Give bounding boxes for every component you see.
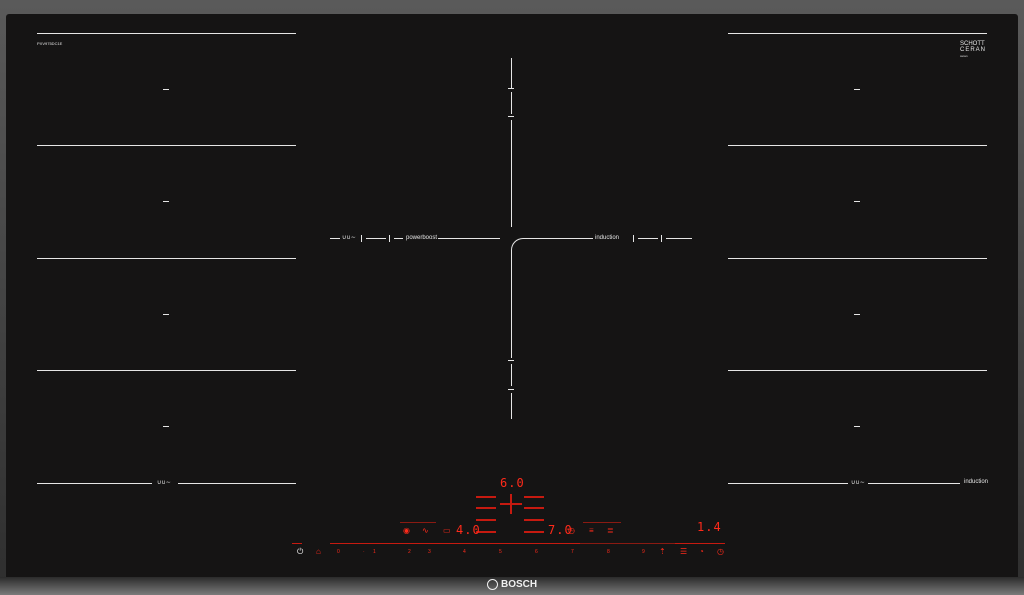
center-vline-top-b — [511, 92, 512, 114]
slider-num-1[interactable]: 1 — [373, 549, 376, 555]
zone-bar-8[interactable] — [524, 531, 544, 533]
hrow-tick-1 — [361, 235, 362, 242]
induction-label-right: induction — [964, 479, 989, 485]
hrow-seg-5 — [523, 238, 593, 239]
menu-settings-icon[interactable]: ☰ — [680, 547, 687, 556]
slider-num-8[interactable]: 8 — [607, 549, 610, 555]
slider-num-9[interactable]: 9 — [642, 549, 645, 555]
slider-num-5[interactable]: 5 — [499, 549, 502, 555]
clock-icon[interactable]: ◔ — [699, 547, 704, 556]
slider-num-6[interactable]: 6 — [535, 549, 538, 555]
powerboost-label: powerboost — [406, 235, 438, 241]
right-zone-line-4 — [728, 370, 987, 371]
hrow-seg-2 — [366, 238, 386, 239]
slider-num-3[interactable]: 3 — [428, 549, 431, 555]
right-zone-line-5a — [728, 483, 848, 484]
center-vline-bottom-c — [511, 393, 512, 419]
hrow-tick-4 — [661, 235, 662, 242]
center-tick-top-b — [508, 116, 514, 117]
center-vline-top-a — [511, 58, 512, 88]
menu-icon-b[interactable]: ≣ — [607, 526, 614, 535]
right-zone-line-5b — [868, 483, 960, 484]
center-vline-top-c — [511, 120, 512, 227]
slider-dot[interactable]: · — [363, 549, 365, 555]
wave-control-icon[interactable]: ∿ — [422, 526, 429, 535]
timer-icon[interactable]: ◷ — [568, 526, 575, 535]
zone-bar-6[interactable] — [524, 507, 544, 509]
center-vline-bottom-a — [511, 250, 512, 358]
right-zone-line-2 — [728, 145, 987, 146]
slider-line-c — [675, 543, 725, 544]
hrow-seg-3 — [394, 238, 403, 239]
brand-label: BOSCH — [501, 579, 538, 590]
zone-bar-1[interactable] — [476, 496, 496, 498]
zone-bar-2[interactable] — [476, 507, 496, 509]
pan-icon[interactable]: ▭ — [443, 526, 451, 535]
stopwatch-icon[interactable]: ◷ — [717, 547, 724, 556]
boost-icon[interactable]: ⇡ — [659, 547, 666, 556]
child-lock-icon[interactable]: ⌂ — [316, 547, 321, 556]
slider-line-b — [580, 543, 675, 544]
left-group-line — [400, 522, 436, 523]
center-tick-bottom-a — [508, 360, 514, 361]
power-line — [292, 543, 302, 544]
right-wave-icon: ∪∪∼ — [851, 480, 865, 486]
slider-line-a — [330, 543, 580, 544]
right-zone-mark-2 — [854, 201, 860, 202]
left-zone-line-3 — [37, 258, 296, 259]
bosch-logo-icon — [487, 579, 498, 590]
schott-brand: SCHOTT CERAN ceran — [960, 41, 986, 59]
menu-icon-a[interactable]: ≡ — [589, 526, 594, 535]
display-left: 4.0 — [456, 523, 481, 537]
slider-num-2[interactable]: 2 — [408, 549, 411, 555]
hrow-seg-6 — [638, 238, 658, 239]
left-zone-line-4 — [37, 370, 296, 371]
cooktop-glass — [6, 14, 1018, 580]
hrow-tick-2 — [389, 235, 390, 242]
right-zone-line-1 — [728, 33, 987, 34]
left-zone-line-1 — [37, 33, 296, 34]
slider-num-7[interactable]: 7 — [571, 549, 574, 555]
hrow-seg-7 — [666, 238, 692, 239]
display-top: 6.0 — [500, 476, 525, 490]
left-zone-line-5b — [178, 483, 296, 484]
induction-label-center: induction — [595, 235, 620, 241]
display-right: 1.4 — [697, 520, 722, 534]
right-zone-mark-1 — [854, 89, 860, 90]
right-zone-line-3 — [728, 258, 987, 259]
slider-num-4[interactable]: 4 — [463, 549, 466, 555]
model-code: PXV975DC1E — [37, 41, 63, 46]
left-zone-mark-2 — [163, 201, 169, 202]
right-zone-mark-3 — [854, 314, 860, 315]
left-zone-line-2 — [37, 145, 296, 146]
hrow-tick-3 — [633, 235, 634, 242]
center-tick-bottom-b — [508, 389, 514, 390]
zone-bar-3[interactable] — [476, 519, 496, 521]
cross-v[interactable] — [510, 494, 512, 514]
hrow-seg-4 — [438, 238, 500, 239]
center-tick-top-a — [508, 88, 514, 89]
center-vline-bottom-b — [511, 364, 512, 386]
left-zone-line-5a — [37, 483, 152, 484]
power-icon[interactable]: ⏻ — [297, 547, 303, 556]
left-zone-mark-4 — [163, 426, 169, 427]
zone-bar-7[interactable] — [524, 519, 544, 521]
slider-num-0[interactable]: 0 — [337, 549, 340, 555]
ceran-sub-label: ceran — [960, 54, 968, 58]
right-group-line — [583, 522, 621, 523]
left-zone-mark-3 — [163, 314, 169, 315]
left-zone-mark-1 — [163, 89, 169, 90]
zone-bar-5[interactable] — [524, 496, 544, 498]
right-zone-mark-4 — [854, 426, 860, 427]
center-wave-icon: ∪∪∼ — [342, 235, 356, 241]
hrow-seg-1 — [330, 238, 340, 239]
left-wave-icon: ∪∪∼ — [157, 480, 171, 486]
eye-icon[interactable]: ◉ — [403, 526, 410, 535]
